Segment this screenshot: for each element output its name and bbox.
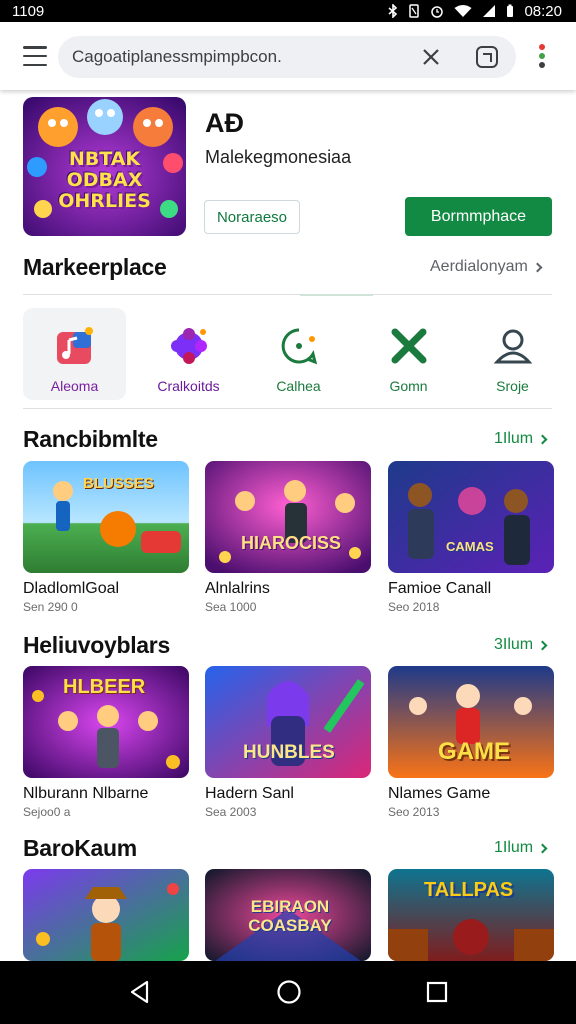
chevron-right-icon [532, 262, 543, 272]
game-meta: Seo 2013 [388, 805, 440, 819]
game-thumbnail: EBIRAON COASBAY [205, 869, 371, 961]
chevron-right-icon [537, 434, 548, 444]
system-navigation-bar [0, 961, 576, 1024]
game-thumbnail [23, 869, 189, 961]
vibrate-icon [409, 4, 420, 18]
see-more-label: 1Ilum [494, 839, 534, 856]
recents-icon[interactable] [424, 979, 450, 1005]
game-thumbnail: HIAROCISS [205, 461, 371, 573]
game-title: Nlburann Nlbarne [23, 785, 149, 802]
category-label: Aleoma [50, 378, 99, 394]
home-icon[interactable] [276, 979, 302, 1005]
thumbnail-caption: GAME [438, 738, 510, 765]
status-bar: 1109 08:20 [0, 0, 576, 22]
category-tile-4[interactable]: Gomn [357, 308, 460, 400]
battery-icon [507, 4, 514, 17]
category-label: Cralkoitds [157, 378, 220, 394]
hamburger-menu-icon[interactable] [23, 46, 47, 66]
thumbnail-caption: HUNBLES [243, 742, 335, 763]
thumbnail-caption: HIAROCISS [241, 533, 342, 553]
alarm-icon [431, 6, 444, 18]
see-more-label: 1Ilum [494, 430, 534, 447]
divider [23, 408, 552, 409]
game-thumbnail: CAMAS [388, 461, 554, 573]
category-label: Gomn [389, 378, 428, 394]
wifi-icon [454, 5, 472, 17]
divider-accent [300, 294, 373, 296]
browser-toolbar: Cagoatiplanessmpimpbcon. [0, 22, 576, 90]
game-card[interactable]: BLUSSES DladlomlGoal Sen 290 0 [23, 461, 189, 614]
chat-bubble-icon [279, 326, 319, 366]
chevron-right-icon [537, 640, 548, 650]
game-card[interactable]: GAME Nlames Game Seo 2013 [388, 666, 554, 819]
game-card[interactable]: HIAROCISS Alnlalrins Sea 1000 [205, 461, 371, 614]
game-card[interactable]: HUNBLES Hadern Sanl Sea 2003 [205, 666, 371, 819]
featured-app-image[interactable]: NBTAK ODBAX OHRLIES [23, 97, 186, 236]
thumbnail-caption: HLBEER [63, 676, 146, 698]
see-more-link[interactable]: 1Ilum [494, 430, 548, 448]
person-icon [493, 326, 533, 366]
game-meta: Sea 2003 [205, 805, 257, 819]
category-tile-5[interactable]: Sroje [461, 308, 564, 400]
game-card[interactable]: EBIRAON COASBAY [205, 869, 371, 961]
thumbnail-caption: EBIRAON COASBAY [248, 897, 332, 935]
signal-icon [483, 5, 496, 17]
featured-app-title: AÐ [205, 108, 244, 138]
game-thumbnail: GAME [388, 666, 554, 778]
marketplace-title: Markeerplace [23, 254, 167, 280]
game-meta: Sea 1000 [205, 600, 257, 614]
marketplace-link-label: Aerdialonyam [430, 258, 528, 275]
see-more-link[interactable]: 1Ilum [494, 839, 548, 857]
music-app-icon [55, 326, 95, 366]
more-options-icon[interactable] [534, 42, 550, 72]
game-title: Alnlalrins [205, 580, 270, 597]
featured-image-title: NBTAK ODBAX OHRLIES [58, 148, 151, 212]
section-title: BaroKaum [23, 835, 137, 861]
game-meta: Sejoo0 a [23, 805, 71, 819]
thumbnail-caption: BLUSSES [83, 475, 154, 492]
featured-app-subtitle: Malekegmonesiaa [205, 147, 352, 167]
game-thumbnail: HLBEER [23, 666, 189, 778]
url-text[interactable]: Cagoatiplanessmpimpbcon. [72, 47, 412, 67]
game-thumbnail: HUNBLES [205, 666, 371, 778]
game-title: Hadern Sanl [205, 785, 294, 802]
status-icons: 08:20 [388, 3, 562, 20]
puzzle-icon [169, 326, 209, 366]
cross-icon [389, 326, 429, 366]
game-title: DladlomlGoal [23, 580, 120, 597]
status-clock: 08:20 [524, 2, 562, 20]
game-card[interactable]: TALLPAS [388, 869, 554, 961]
game-thumbnail: TALLPAS [388, 869, 554, 961]
category-label: Calhea [276, 378, 321, 394]
see-more-label: 3Ilum [494, 636, 534, 653]
address-bar[interactable]: Cagoatiplanessmpimpbcon. [58, 36, 516, 78]
primary-action-button[interactable]: Bormmphace [405, 197, 552, 236]
game-card[interactable]: HLBEER Nlburann Nlbarne Sejoo0 a [23, 666, 189, 819]
bluetooth-icon [388, 4, 398, 18]
chevron-right-icon [537, 843, 548, 853]
game-card[interactable] [23, 869, 189, 961]
divider [23, 294, 552, 295]
game-title: Nlames Game [388, 785, 491, 802]
thumbnail-caption: TALLPAS [424, 879, 514, 901]
secondary-action-button[interactable]: Noraraeso [204, 200, 300, 234]
section-title: Heliuvoyblars [23, 632, 170, 658]
game-meta: Seo 2018 [388, 600, 440, 614]
game-card[interactable]: CAMAS Famioe Canall Seo 2018 [388, 461, 554, 614]
thumbnail-caption: CAMAS [446, 539, 494, 554]
category-tile-3[interactable]: Calhea [247, 308, 350, 400]
marketplace-link[interactable]: Aerdialonyam [430, 258, 543, 276]
section-title: Rancbibmlte [23, 426, 158, 452]
close-icon[interactable] [420, 46, 442, 68]
back-icon[interactable] [127, 979, 153, 1005]
category-tile-1[interactable]: Aleoma [23, 308, 126, 400]
category-tile-2[interactable]: Cralkoitds [137, 308, 240, 400]
game-title: Famioe Canall [388, 580, 492, 597]
game-thumbnail: BLUSSES [23, 461, 189, 573]
tab-switcher-icon[interactable] [476, 46, 498, 68]
see-more-link[interactable]: 3Ilum [494, 636, 548, 654]
status-time: 1109 [12, 2, 45, 20]
game-meta: Sen 290 0 [23, 600, 78, 614]
category-label: Sroje [496, 378, 529, 394]
